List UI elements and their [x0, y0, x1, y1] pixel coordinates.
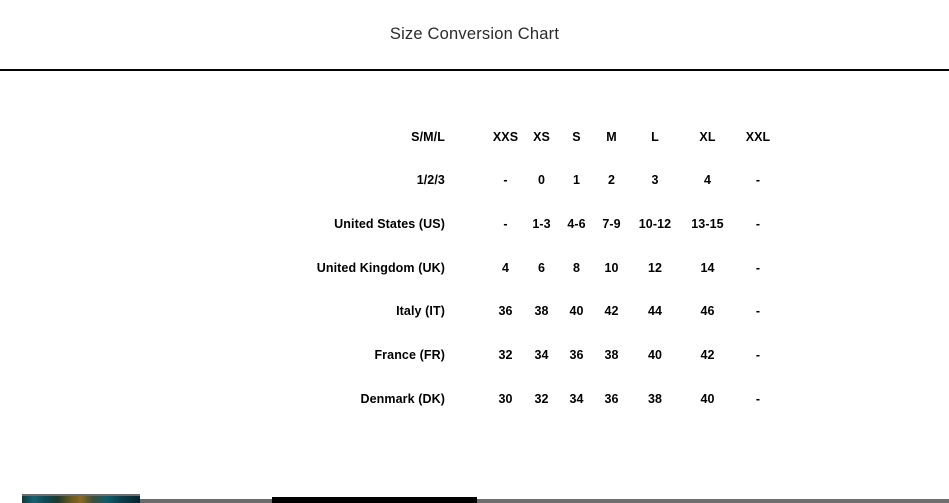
cell-value: 30	[498, 391, 513, 406]
cell-value: 46	[700, 304, 715, 319]
row-label-united-kingdom: United Kingdom (UK)	[316, 260, 445, 275]
left-spacer	[0, 377, 301, 421]
column-header-xxl: XXL	[745, 129, 771, 144]
right-spacer	[782, 333, 949, 377]
right-spacer	[782, 202, 949, 246]
size-chart-container: S/M/L XXS XS S M L XL XXL 1/2/3 - 0 1 2	[0, 71, 949, 421]
label-gap	[445, 377, 487, 421]
column-header-xxs: XXS	[492, 129, 519, 144]
cell-value: 13-15	[691, 216, 724, 231]
cell-value: 38	[534, 304, 549, 319]
thumbnail-image-sliver	[22, 496, 140, 503]
cell-value: 34	[534, 348, 549, 363]
cell-value: 38	[604, 348, 619, 363]
cell-value: 3	[651, 173, 659, 188]
right-spacer	[782, 290, 949, 334]
cell-value: 40	[569, 304, 584, 319]
table-row: 1/2/3 - 0 1 2 3 4 -	[0, 159, 949, 203]
column-header-s: S	[572, 129, 581, 144]
cell-value: -	[755, 216, 761, 231]
cell-value: 6	[537, 260, 546, 275]
right-spacer	[782, 115, 949, 159]
left-spacer	[0, 333, 301, 377]
cell-value: -	[755, 173, 761, 188]
row-label-numeric: 1/2/3	[416, 173, 445, 188]
right-spacer	[782, 159, 949, 203]
cell-value: 42	[700, 348, 715, 363]
column-header-xs: XS	[533, 129, 550, 144]
cell-value: 40	[700, 391, 715, 406]
cell-value: -	[755, 391, 761, 406]
cell-value: 8	[572, 260, 581, 275]
table-header-row: S/M/L XXS XS S M L XL XXL	[0, 115, 949, 159]
table-row: United Kingdom (UK) 4 6 8 10 12 14 -	[0, 246, 949, 290]
cell-value: 36	[569, 348, 584, 363]
cell-value: -	[755, 348, 761, 363]
gray-bar-right	[477, 499, 949, 503]
column-header-xl: XL	[699, 129, 716, 144]
table-row: Italy (IT) 36 38 40 42 44 46 -	[0, 290, 949, 334]
row-label-france: France (FR)	[374, 348, 445, 363]
table-row: United States (US) - 1-3 4-6 7-9 10-12 1…	[0, 202, 949, 246]
cell-value: 32	[498, 348, 513, 363]
label-gap	[445, 333, 487, 377]
right-spacer	[782, 377, 949, 421]
row-label-denmark: Denmark (DK)	[360, 391, 445, 406]
left-spacer	[0, 159, 301, 203]
column-header-m: M	[606, 129, 617, 144]
cell-value: 1-3	[532, 216, 551, 231]
cell-value: 36	[604, 391, 619, 406]
cell-value: -	[503, 173, 508, 188]
cell-value: 4	[501, 260, 510, 275]
label-gap	[445, 246, 487, 290]
size-table-body: S/M/L XXS XS S M L XL XXL 1/2/3 - 0 1 2	[0, 115, 949, 421]
cell-value: -	[503, 216, 508, 231]
left-spacer	[0, 290, 301, 334]
table-header-label: S/M/L	[411, 129, 445, 144]
cell-value: 2	[607, 173, 616, 188]
cell-value: 4-6	[567, 216, 586, 231]
row-label-united-states: United States (US)	[334, 216, 445, 231]
cell-value: 14	[700, 260, 715, 275]
cell-value: 12	[647, 260, 663, 275]
size-conversion-table: S/M/L XXS XS S M L XL XXL 1/2/3 - 0 1 2	[0, 115, 949, 421]
label-gap	[445, 202, 487, 246]
cell-value: 42	[604, 304, 619, 319]
cell-value: 36	[498, 304, 513, 319]
cell-value: 4	[703, 173, 712, 188]
cell-value: 10-12	[638, 216, 672, 231]
cell-value: 40	[647, 348, 663, 363]
cell-value: 0	[537, 173, 546, 188]
page-title: Size Conversion Chart	[389, 25, 560, 44]
cell-value: -	[755, 260, 761, 275]
left-spacer	[0, 115, 301, 159]
label-gap	[445, 159, 487, 203]
below-fold-content-sliver	[0, 494, 949, 503]
black-bar	[272, 497, 477, 503]
left-spacer	[0, 246, 301, 290]
cell-value: -	[755, 304, 761, 319]
cell-value: 32	[534, 391, 549, 406]
cell-value: 34	[569, 391, 584, 406]
cell-value: 7-9	[602, 216, 621, 231]
gray-bar-left	[140, 499, 272, 503]
label-gap	[445, 115, 487, 159]
right-spacer	[782, 246, 949, 290]
cell-value: 38	[647, 391, 663, 406]
row-label-italy: Italy (IT)	[396, 304, 445, 319]
column-header-l: L	[651, 129, 659, 144]
label-gap	[445, 290, 487, 334]
cell-value: 44	[647, 304, 663, 319]
page-header: Size Conversion Chart	[0, 0, 949, 69]
table-row: France (FR) 32 34 36 38 40 42 -	[0, 333, 949, 377]
cell-value: 1	[572, 173, 581, 188]
cell-value: 10	[604, 260, 619, 275]
left-spacer	[0, 202, 301, 246]
table-row: Denmark (DK) 30 32 34 36 38 40 -	[0, 377, 949, 421]
